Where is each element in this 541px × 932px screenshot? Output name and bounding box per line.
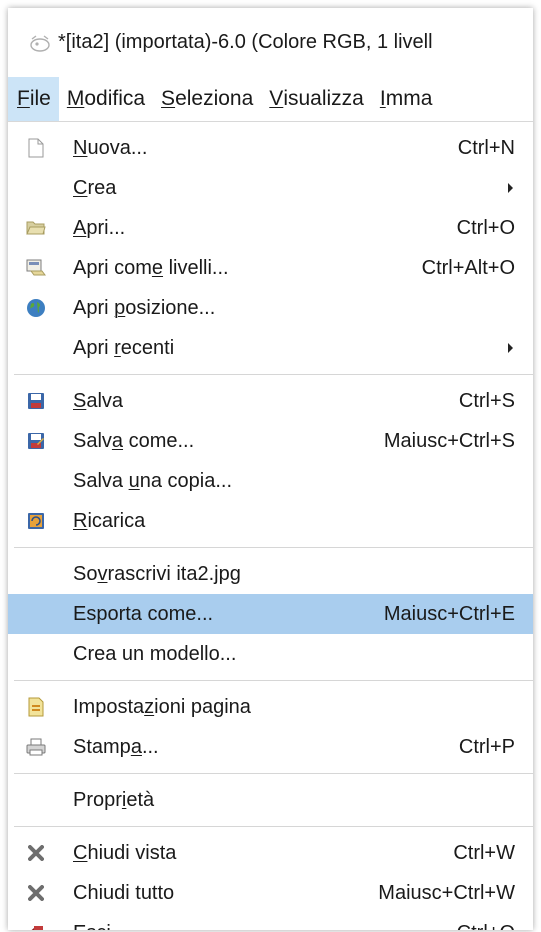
- shortcut-label: Maiusc+Ctrl+W: [378, 881, 515, 904]
- window-titlebar: *[ita2] (importata)-6.0 (Colore RGB, 1 l…: [8, 8, 533, 77]
- menu-item-proprieta[interactable]: Proprietà: [8, 780, 533, 820]
- menu-item-crea[interactable]: Crea: [8, 168, 533, 208]
- open-as-layers-icon: [26, 258, 46, 278]
- menubar: File Modifica Seleziona Visualizza Imma: [8, 77, 533, 122]
- new-document-icon: [26, 138, 46, 158]
- shortcut-label: Maiusc+Ctrl+E: [383, 602, 515, 625]
- open-folder-icon: [26, 218, 46, 238]
- shortcut-label: Ctrl+N: [457, 136, 515, 159]
- menu-separator: [14, 773, 533, 774]
- page-setup-icon: [26, 697, 46, 717]
- menu-separator: [14, 826, 533, 827]
- close-view-icon: [26, 843, 46, 863]
- shortcut-label: Ctrl+Alt+O: [421, 256, 515, 279]
- menu-item-impostazioni-pagina[interactable]: Impostazioni pagina: [8, 687, 533, 727]
- submenu-arrow-icon: [508, 183, 513, 193]
- menu-visualizza[interactable]: Visualizza: [261, 77, 372, 121]
- printer-icon: [26, 737, 46, 757]
- menu-item-apri[interactable]: Apri... Ctrl+O: [8, 208, 533, 248]
- menu-item-salva-come[interactable]: Salva come... Maiusc+Ctrl+S: [8, 421, 533, 461]
- menu-item-nuova[interactable]: Nuova... Ctrl+N: [8, 128, 533, 168]
- shortcut-label: Ctrl+Q: [457, 922, 515, 931]
- menu-separator: [14, 374, 533, 375]
- save-icon: [26, 391, 46, 411]
- menu-item-stampa[interactable]: Stampa... Ctrl+P: [8, 727, 533, 767]
- menu-separator: [14, 680, 533, 681]
- menu-item-esporta-come[interactable]: Esporta come... Maiusc+Ctrl+E: [8, 594, 533, 634]
- menu-immagine[interactable]: Imma: [372, 77, 441, 121]
- shortcut-label: Ctrl+W: [453, 841, 515, 864]
- close-all-icon: [26, 883, 46, 903]
- menu-item-chiudi-vista[interactable]: Chiudi vista Ctrl+W: [8, 833, 533, 873]
- window-title: *[ita2] (importata)-6.0 (Colore RGB, 1 l…: [58, 31, 433, 53]
- menu-item-esci[interactable]: Esci Ctrl+Q: [8, 913, 533, 930]
- file-menu-dropdown: Nuova... Ctrl+N Crea Apri... Ctrl+O Apri…: [8, 122, 533, 930]
- shortcut-label: Ctrl+O: [456, 216, 515, 239]
- shortcut-label: Maiusc+Ctrl+S: [383, 429, 515, 452]
- gimp-window: *[ita2] (importata)-6.0 (Colore RGB, 1 l…: [8, 8, 533, 930]
- save-as-icon: [26, 431, 46, 451]
- menu-item-chiudi-tutto[interactable]: Chiudi tutto Maiusc+Ctrl+W: [8, 873, 533, 913]
- shortcut-label: Ctrl+S: [458, 389, 515, 412]
- menu-item-apri-recenti[interactable]: Apri recenti: [8, 328, 533, 368]
- gimp-app-icon: [30, 34, 50, 52]
- menu-item-ricarica[interactable]: Ricarica: [8, 501, 533, 541]
- revert-icon: [26, 511, 46, 531]
- menu-item-apri-come-livelli[interactable]: Apri come livelli... Ctrl+Alt+O: [8, 248, 533, 288]
- submenu-arrow-icon: [508, 343, 513, 353]
- menu-item-salva-una-copia[interactable]: Salva una copia...: [8, 461, 533, 501]
- menu-seleziona[interactable]: Seleziona: [153, 77, 261, 121]
- menu-file[interactable]: File: [8, 77, 59, 121]
- menu-item-crea-modello[interactable]: Crea un modello...: [8, 634, 533, 674]
- menu-item-sovrascrivi[interactable]: Sovrascrivi ita2.jpg: [8, 554, 533, 594]
- shortcut-label: Ctrl+P: [458, 735, 515, 758]
- menu-separator: [14, 547, 533, 548]
- menu-modifica[interactable]: Modifica: [59, 77, 153, 121]
- menu-item-apri-posizione[interactable]: Apri posizione...: [8, 288, 533, 328]
- quit-icon: [26, 923, 46, 930]
- menu-item-salva[interactable]: Salva Ctrl+S: [8, 381, 533, 421]
- globe-icon: [26, 298, 46, 318]
